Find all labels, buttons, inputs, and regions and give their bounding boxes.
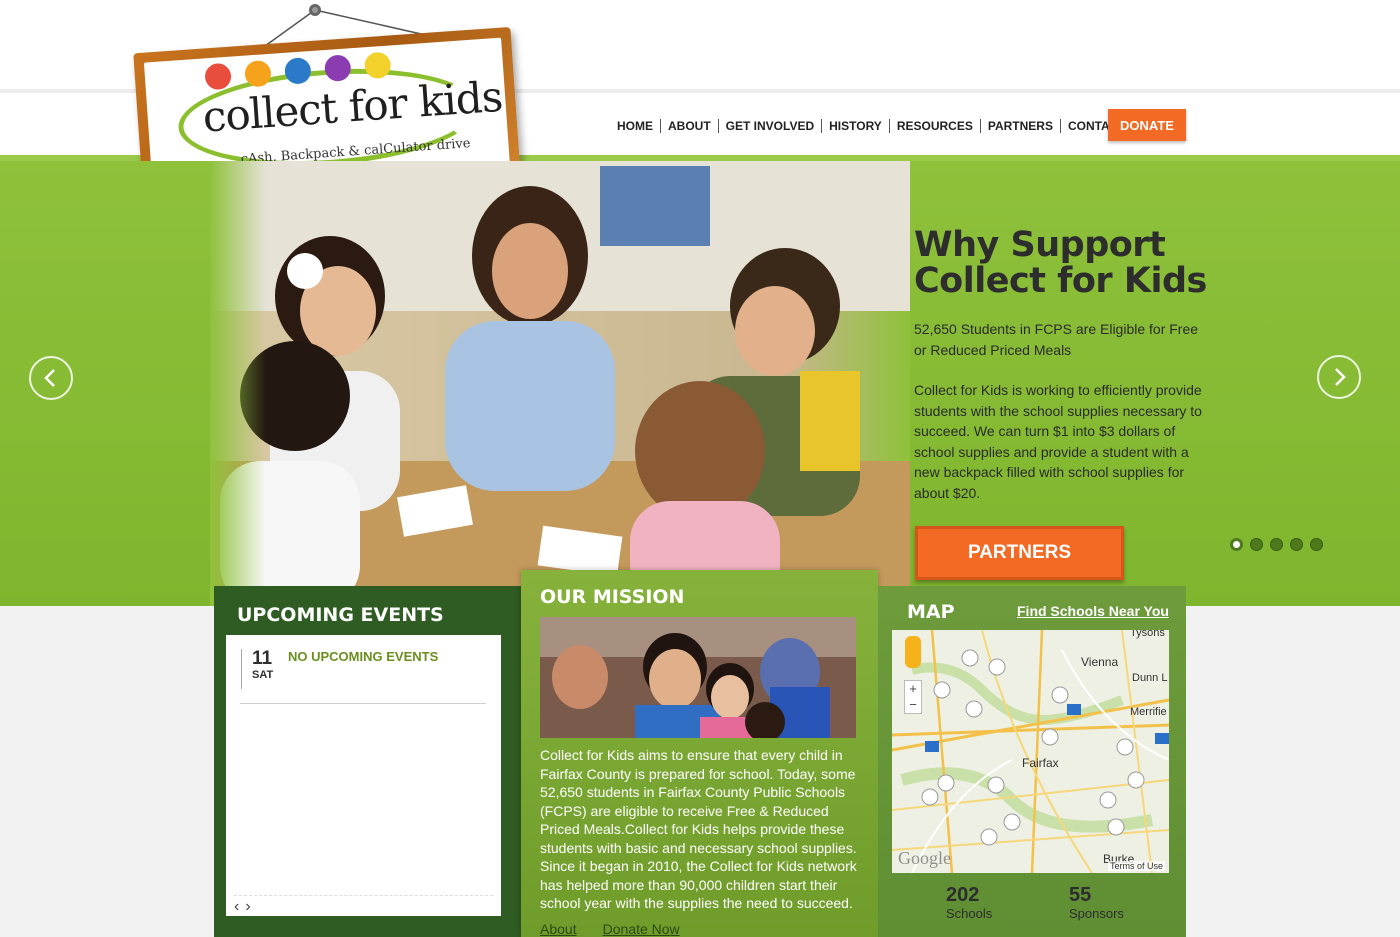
donate-now-link[interactable]: Donate Now [603, 921, 680, 937]
events-next-button[interactable]: › [245, 899, 250, 915]
mission-title: OUR MISSION [540, 586, 685, 608]
hero-slider: Why Support Collect for Kids 52,650 Stud… [0, 161, 1400, 606]
stat-sponsors: 55 Sponsors [1069, 884, 1124, 921]
event-day: 11 [252, 648, 273, 669]
slider-dot-3[interactable] [1270, 538, 1283, 551]
slider-dot-4[interactable] [1290, 538, 1303, 551]
mission-kids-image [540, 617, 856, 738]
page: collect for kids cAsh, Backpack & calCul… [0, 0, 1400, 937]
map-label-dunn-loring: Dunn L [1132, 672, 1168, 684]
zoom-in-button[interactable]: + [905, 681, 921, 697]
about-link[interactable]: About [540, 921, 577, 937]
map-zoom-control: + − [904, 680, 922, 714]
event-date: 11 SAT [241, 648, 274, 689]
stat-schools: 202 Schools [946, 884, 992, 921]
slider-dot-5[interactable] [1310, 538, 1323, 551]
find-schools-link[interactable]: Find Schools Near You [1017, 603, 1169, 619]
map-label-fairfax: Fairfax [1022, 756, 1059, 770]
map-label-vienna: Vienna [1081, 655, 1119, 669]
terms-of-use-link[interactable]: Terms of Use [1107, 861, 1165, 871]
events-list: 11 SAT NO UPCOMING EVENTS ‹ › [226, 635, 501, 916]
slider-dot-1[interactable] [1230, 538, 1243, 551]
slider-dots [1230, 538, 1323, 551]
mission-text: Collect for Kids aims to ensure that eve… [540, 747, 857, 911]
google-logo: Google [898, 848, 951, 868]
nav-history[interactable]: HISTORY [822, 119, 890, 133]
hero-paragraph-body: Collect for Kids is working to efficient… [914, 382, 1202, 501]
event-weekday: SAT [252, 669, 274, 681]
map-roads [892, 630, 1169, 873]
chevron-left-icon [44, 369, 55, 387]
zoom-out-button[interactable]: − [905, 697, 921, 713]
hero-classroom-image [210, 161, 910, 606]
hero-title: Why Support Collect for Kids [914, 225, 1207, 301]
events-divider [240, 703, 486, 704]
chevron-right-icon [1335, 368, 1346, 386]
slider-next-button[interactable] [1317, 355, 1361, 399]
map-label-merrifield: Merrifie [1130, 706, 1167, 718]
stat-schools-number: 202 [946, 884, 980, 906]
map-title: MAP [907, 601, 955, 623]
upcoming-events-panel: UPCOMING EVENTS 11 SAT NO UPCOMING EVENT… [214, 586, 521, 937]
hero-paragraph-stat: 52,650 Students in FCPS are Eligible for… [914, 321, 1199, 358]
schools-map[interactable]: + − Vienna Fairfax Burke Merrifie Dunn L… [892, 630, 1169, 873]
events-pager: ‹ › [234, 895, 493, 915]
partners-button[interactable]: PARTNERS [915, 526, 1124, 580]
events-prev-button[interactable]: ‹ [234, 899, 239, 915]
main-nav: HOME ABOUT GET INVOLVED HISTORY RESOURCE… [610, 119, 1141, 133]
our-mission-panel: OUR MISSION Collect for Kids aims to ens… [521, 570, 878, 937]
street-view-pegman-icon[interactable] [905, 636, 921, 668]
map-label-tysons: Tysons [1130, 630, 1165, 639]
nav-home[interactable]: HOME [610, 119, 661, 133]
events-title: UPCOMING EVENTS [237, 604, 444, 626]
nav-get-involved[interactable]: GET INVOLVED [719, 119, 823, 133]
map-panel: MAP Find Schools Near You + − Vienna Fai… [878, 586, 1186, 937]
stat-sponsors-label: Sponsors [1069, 906, 1124, 921]
stat-sponsors-number: 55 [1069, 884, 1092, 906]
nav-about[interactable]: ABOUT [661, 119, 719, 133]
slider-prev-button[interactable] [29, 356, 73, 400]
slider-dot-2[interactable] [1250, 538, 1263, 551]
mission-links: About Donate Now [540, 921, 680, 937]
nav-partners[interactable]: PARTNERS [981, 119, 1061, 133]
donate-button[interactable]: DONATE [1108, 109, 1186, 141]
stat-schools-label: Schools [946, 906, 993, 921]
no-events-message: NO UPCOMING EVENTS [288, 649, 439, 664]
nav-resources[interactable]: RESOURCES [890, 119, 981, 133]
